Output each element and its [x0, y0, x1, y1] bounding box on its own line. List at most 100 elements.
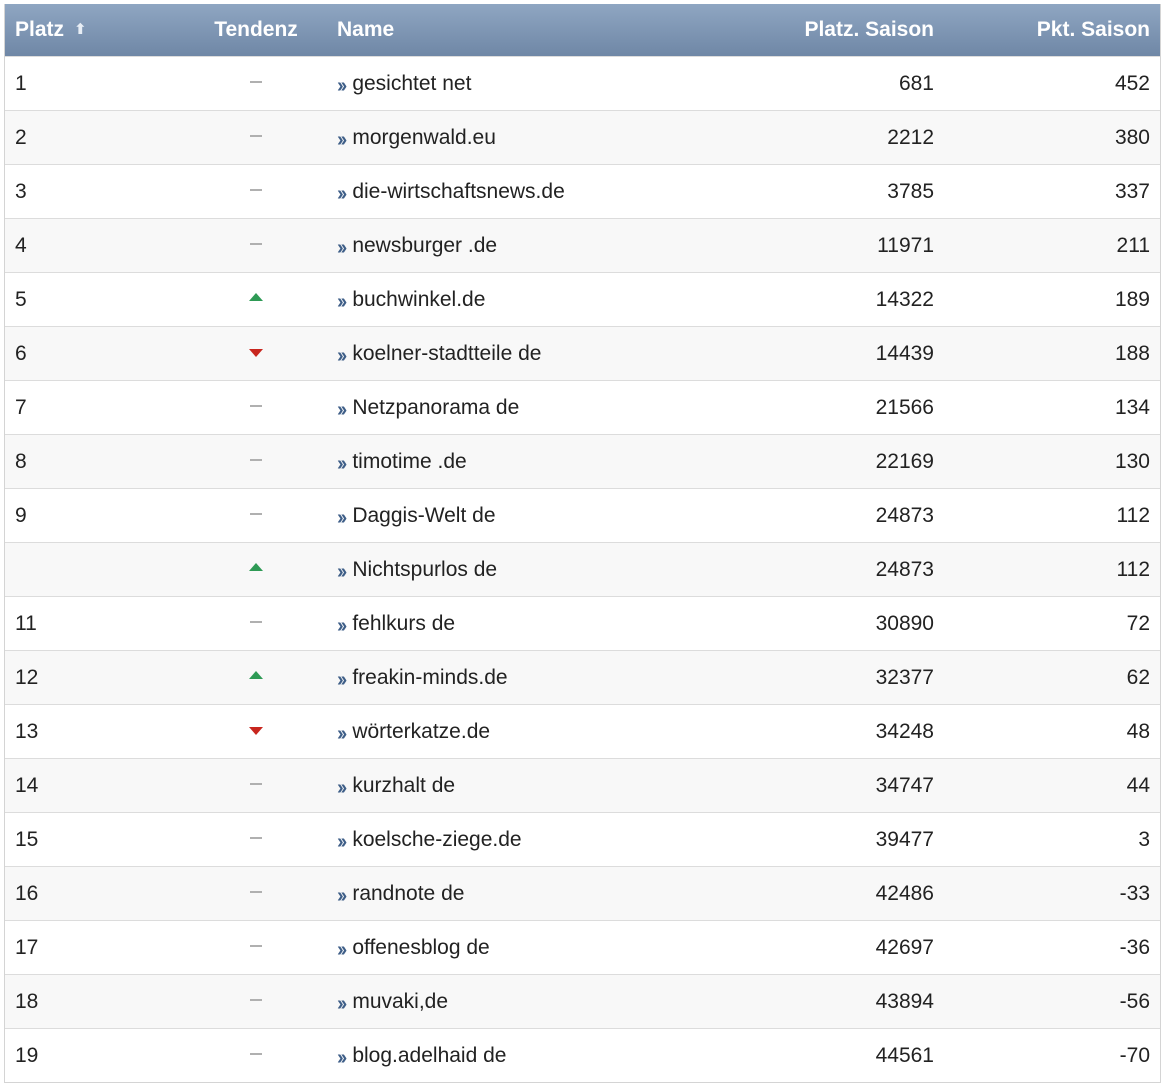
- double-chevron-right-icon[interactable]: ››: [337, 453, 347, 476]
- ranking-table: Platz ⬆ Tendenz Name Platz. Saison Pkt. S…: [4, 4, 1161, 1083]
- name-cell: ›› freakin-minds.de: [329, 666, 719, 692]
- trend-neutral-icon: [250, 512, 262, 515]
- trend-neutral-icon: [250, 836, 262, 839]
- name-cell: ›› koelner-stadtteile de: [329, 342, 719, 368]
- season-rank-cell: 14322: [875, 287, 934, 311]
- season-points-cell: -33: [1119, 881, 1150, 905]
- trend-neutral-icon: [250, 944, 262, 947]
- season-points-cell: 134: [1114, 395, 1150, 419]
- site-name-link[interactable]: timotime .de: [352, 450, 466, 474]
- rank-cell: 15: [15, 827, 39, 851]
- site-name-link[interactable]: die-wirtschaftsnews.de: [352, 180, 564, 204]
- name-cell: ›› newsburger .de: [329, 234, 719, 260]
- season-rank-cell: 34248: [875, 719, 934, 743]
- season-points-cell: 188: [1114, 341, 1150, 365]
- trend-neutral-icon: [250, 134, 262, 137]
- trend-neutral-icon: [250, 242, 262, 245]
- rank-cell: 11: [15, 611, 37, 635]
- name-cell: ›› koelsche-ziege.de: [329, 828, 719, 854]
- season-rank-cell: 44561: [875, 1043, 934, 1067]
- double-chevron-right-icon[interactable]: ››: [337, 291, 347, 314]
- sort-ascending-icon[interactable]: ⬆: [74, 20, 87, 38]
- season-rank-cell: 24873: [875, 557, 934, 581]
- column-header-platz-label: Platz: [15, 18, 65, 41]
- season-points-cell: 48: [1126, 719, 1150, 743]
- trend-neutral-icon: [250, 188, 262, 191]
- double-chevron-right-icon[interactable]: ››: [337, 723, 347, 746]
- season-points-cell: 112: [1116, 503, 1150, 527]
- column-header-pkt-saison[interactable]: Pkt. Saison: [948, 18, 1160, 42]
- site-name-link[interactable]: blog.adelhaid de: [352, 1044, 506, 1068]
- double-chevron-right-icon[interactable]: ››: [337, 615, 347, 638]
- site-name-link[interactable]: kurzhalt de: [352, 774, 455, 798]
- trend-neutral-icon: [250, 620, 262, 623]
- season-points-cell: -36: [1119, 935, 1150, 959]
- trend-cell: [183, 597, 329, 651]
- trend-cell: [183, 921, 329, 975]
- double-chevron-right-icon[interactable]: ››: [337, 345, 347, 368]
- double-chevron-right-icon[interactable]: ››: [337, 1047, 347, 1070]
- double-chevron-right-icon[interactable]: ››: [337, 777, 347, 800]
- double-chevron-right-icon[interactable]: ››: [337, 507, 347, 530]
- table-row: 9 ›› Daggis-Welt de 24873 112: [5, 488, 1160, 542]
- site-name-link[interactable]: muvaki,de: [352, 990, 448, 1014]
- column-header-tendenz[interactable]: Tendenz: [183, 18, 329, 42]
- double-chevron-right-icon[interactable]: ››: [337, 939, 347, 962]
- double-chevron-right-icon[interactable]: ››: [337, 237, 347, 260]
- column-header-name[interactable]: Name: [329, 18, 719, 42]
- column-header-platz-saison[interactable]: Platz. Saison: [719, 18, 948, 42]
- double-chevron-right-icon[interactable]: ››: [337, 561, 347, 584]
- rank-cell: 6: [15, 341, 27, 365]
- double-chevron-right-icon[interactable]: ››: [337, 885, 347, 908]
- site-name-link[interactable]: koelner-stadtteile de: [352, 342, 541, 366]
- site-name-link[interactable]: fehlkurs de: [352, 612, 455, 636]
- season-rank-cell: 11971: [877, 233, 934, 257]
- season-rank-cell: 24873: [875, 503, 934, 527]
- rank-cell: 9: [15, 503, 27, 527]
- site-name-link[interactable]: newsburger .de: [352, 234, 497, 258]
- site-name-link[interactable]: buchwinkel.de: [352, 288, 485, 312]
- double-chevron-right-icon[interactable]: ››: [337, 993, 347, 1016]
- site-name-link[interactable]: morgenwald.eu: [352, 126, 496, 150]
- double-chevron-right-icon[interactable]: ››: [337, 129, 347, 152]
- double-chevron-right-icon[interactable]: ››: [337, 399, 347, 422]
- table-row: 13 ›› wörterkatze.de 34248 48: [5, 704, 1160, 758]
- trend-down-icon: [249, 726, 263, 735]
- trend-cell: [183, 813, 329, 867]
- table-row: 1 ›› gesichtet net 681 452: [5, 56, 1160, 110]
- column-header-platz[interactable]: Platz ⬆: [5, 18, 183, 42]
- site-name-link[interactable]: koelsche-ziege.de: [352, 828, 521, 852]
- table-row: 5 ›› buchwinkel.de 14322 189: [5, 272, 1160, 326]
- season-points-cell: 112: [1116, 557, 1150, 581]
- trend-cell: [183, 867, 329, 921]
- table-row: ›› Nichtspurlos de 24873 112: [5, 542, 1160, 596]
- site-name-link[interactable]: Daggis-Welt de: [352, 504, 495, 528]
- double-chevron-right-icon[interactable]: ››: [337, 669, 347, 692]
- rank-cell: 18: [15, 989, 39, 1013]
- rank-cell: 5: [15, 287, 27, 311]
- trend-up-icon: [249, 292, 263, 301]
- rank-cell: 7: [15, 395, 27, 419]
- name-cell: ›› randnote de: [329, 882, 719, 908]
- rank-cell: 1: [15, 71, 27, 95]
- name-cell: ›› kurzhalt de: [329, 774, 719, 800]
- site-name-link[interactable]: Nichtspurlos de: [352, 558, 497, 582]
- site-name-link[interactable]: offenesblog de: [352, 936, 489, 960]
- site-name-link[interactable]: freakin-minds.de: [352, 666, 507, 690]
- table-row: 8 ›› timotime .de 22169 130: [5, 434, 1160, 488]
- site-name-link[interactable]: randnote de: [352, 882, 464, 906]
- site-name-link[interactable]: Netzpanorama de: [352, 396, 519, 420]
- table-row: 2 ›› morgenwald.eu 2212 380: [5, 110, 1160, 164]
- site-name-link[interactable]: wörterkatze.de: [352, 720, 490, 744]
- season-points-cell: 62: [1126, 665, 1150, 689]
- double-chevron-right-icon[interactable]: ››: [337, 75, 347, 98]
- name-cell: ›› timotime .de: [329, 450, 719, 476]
- trend-cell: [183, 111, 329, 165]
- name-cell: ›› buchwinkel.de: [329, 288, 719, 314]
- name-cell: ›› wörterkatze.de: [329, 720, 719, 746]
- site-name-link[interactable]: gesichtet net: [352, 72, 471, 96]
- rank-cell: 4: [15, 233, 27, 257]
- double-chevron-right-icon[interactable]: ››: [337, 183, 347, 206]
- trend-cell: [183, 489, 329, 543]
- double-chevron-right-icon[interactable]: ››: [337, 831, 347, 854]
